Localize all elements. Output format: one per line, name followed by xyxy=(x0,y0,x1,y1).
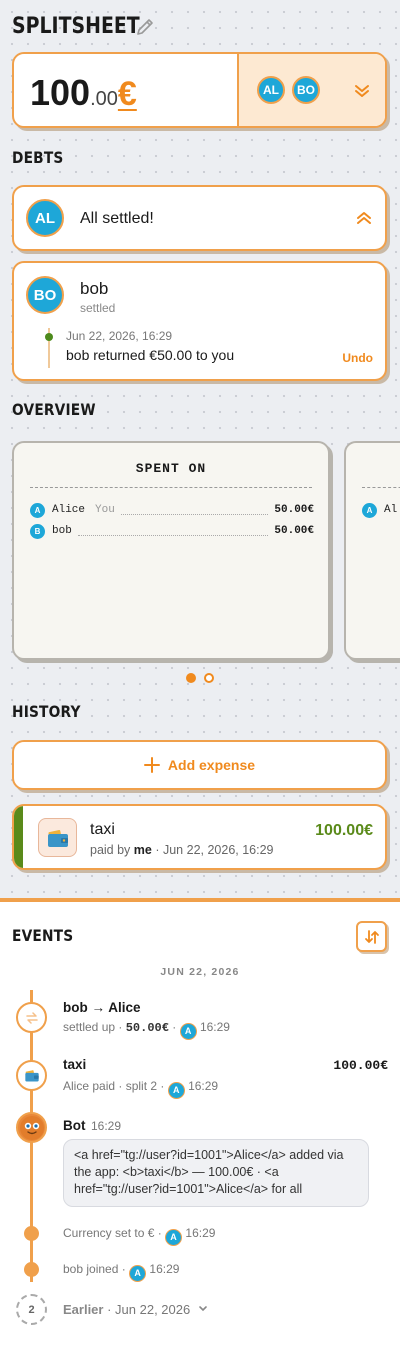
event-meta: Currency set to € · A 16:29 xyxy=(63,1226,215,1246)
overview-row: A Alice You 50.00€ xyxy=(30,502,314,518)
sort-button[interactable] xyxy=(356,921,387,952)
avatar: BO xyxy=(292,76,320,104)
app-title: SPLITSHEET xyxy=(12,14,140,39)
total-card[interactable]: 100.00€ AL BO xyxy=(12,52,387,128)
timeline-dot xyxy=(24,1262,39,1277)
timeline-dot xyxy=(24,1226,39,1241)
event-text: bob joined · xyxy=(63,1262,126,1276)
row-amount: 50.00€ xyxy=(274,504,314,516)
row-amount: 50.00€ xyxy=(274,525,314,537)
row-name: bob xyxy=(52,525,72,537)
avatar: B xyxy=(30,523,45,539)
earlier-date: · Jun 22, 2026 xyxy=(107,1302,191,1317)
settlement-message: bob returned €50.00 to you xyxy=(66,347,235,363)
event-amount: 100.00€ xyxy=(333,1058,388,1073)
overview-card-next[interactable]: A Al xyxy=(344,441,400,660)
divider xyxy=(30,487,312,488)
earlier-label: Earlier xyxy=(63,1302,104,1317)
event-time: 16:29 xyxy=(199,1020,230,1034)
event-title: taxi xyxy=(63,1057,87,1072)
avatar: A xyxy=(167,1081,185,1099)
wallet-icon xyxy=(38,818,77,857)
total-integer: 100 xyxy=(30,72,91,113)
event-time: 16:29 xyxy=(91,1119,122,1133)
earlier-events-toggle[interactable]: Earlier · Jun 22, 2026 xyxy=(63,1302,208,1317)
undo-button[interactable]: Undo xyxy=(342,351,373,365)
leader-dots xyxy=(120,506,269,515)
avatar: A xyxy=(129,1264,147,1282)
add-expense-button[interactable]: Add expense xyxy=(12,740,387,790)
bot-message: <a href="tg://user?id=1001">Alice</a> ad… xyxy=(63,1139,369,1207)
expense-name: taxi xyxy=(90,821,115,838)
debts-summary-card[interactable]: AL All settled! xyxy=(12,185,387,251)
chevron-down-icon xyxy=(199,1306,207,1312)
event-text: Currency set to € · xyxy=(63,1226,162,1240)
pencil-icon[interactable] xyxy=(134,16,156,38)
history-title: HISTORY xyxy=(12,702,81,721)
expense-amount: 100.00€ xyxy=(315,822,373,839)
event-time: 16:29 xyxy=(149,1262,180,1276)
member-name: bob xyxy=(80,279,109,298)
event-meta: settled up · 50.00€ · A 16:29 xyxy=(63,1020,230,1040)
events-title: EVENTS xyxy=(12,926,74,945)
avatar: A xyxy=(30,502,45,518)
members-panel[interactable]: AL BO xyxy=(237,54,385,126)
currency-selector[interactable]: € xyxy=(118,75,137,113)
event-amount: 50.00€ xyxy=(125,1021,169,1035)
expense-date: Jun 22, 2026, 16:29 xyxy=(162,843,274,857)
total-amount: 100.00€ xyxy=(30,72,137,114)
overview-title: OVERVIEW xyxy=(12,400,96,419)
settled-status: All settled! xyxy=(80,210,154,227)
event-meta: bob joined · A 16:29 xyxy=(63,1262,179,1282)
sort-arrows-icon xyxy=(364,929,379,944)
event-meta-prefix: settled up · xyxy=(63,1020,123,1034)
divider xyxy=(362,487,400,488)
event-meta: Alice paid · split 2 · A 16:29 xyxy=(63,1079,218,1099)
avatar: AL xyxy=(257,76,285,104)
pager-dot[interactable] xyxy=(204,673,214,683)
bot-face-icon xyxy=(16,1112,47,1143)
debt-entry-card: BO bob settled Jun 22, 2026, 16:29 bob r… xyxy=(12,261,387,381)
events-date-header: JUN 22, 2026 xyxy=(160,966,240,978)
paid-by-prefix: paid by xyxy=(90,843,131,857)
row-name: Al xyxy=(384,504,398,516)
settlement-date: Jun 22, 2026, 16:29 xyxy=(66,329,173,343)
exchange-icon xyxy=(16,1002,47,1033)
expense-meta: paid by me · Jun 22, 2026, 16:29 xyxy=(90,843,274,857)
avatar: BO xyxy=(26,276,64,314)
timeline-dot xyxy=(45,333,53,341)
event-time: 16:29 xyxy=(188,1079,219,1093)
payer: me xyxy=(133,843,152,857)
expense-item[interactable]: taxi paid by me · Jun 22, 2026, 16:29 10… xyxy=(12,804,387,870)
row-note: You xyxy=(95,504,115,516)
event-time: 16:29 xyxy=(185,1226,216,1240)
avatar: A xyxy=(179,1022,197,1040)
overview-card-spent-on[interactable]: SPENT ON A Alice You 50.00€ B bob 50.00€ xyxy=(12,441,330,660)
overview-card-title: SPENT ON xyxy=(135,461,207,476)
double-chevron-up-icon[interactable] xyxy=(355,209,373,227)
row-name: Alice xyxy=(52,504,86,516)
avatar: A xyxy=(165,1228,183,1246)
pager-dot-active[interactable] xyxy=(186,673,196,683)
overview-row: A Al xyxy=(362,502,400,518)
expense-color-bar xyxy=(14,806,23,868)
earlier-count-badge[interactable]: 2 xyxy=(16,1294,47,1325)
debts-title: DEBTS xyxy=(12,148,64,167)
event-title: bob → Alice xyxy=(63,1000,141,1015)
avatar: AL xyxy=(26,199,64,237)
leader-dots xyxy=(77,527,269,536)
add-expense-label: Add expense xyxy=(167,757,256,773)
event-title: Bot xyxy=(63,1118,86,1133)
event-meta-prefix: Alice paid · split 2 · xyxy=(63,1079,165,1093)
overview-row: B bob 50.00€ xyxy=(30,523,314,539)
total-decimal: .00 xyxy=(90,88,118,110)
double-chevron-down-icon[interactable] xyxy=(353,82,371,100)
wallet-icon xyxy=(16,1060,47,1091)
plus-icon xyxy=(143,757,160,773)
member-status: settled xyxy=(80,301,116,315)
avatar: A xyxy=(362,502,377,518)
